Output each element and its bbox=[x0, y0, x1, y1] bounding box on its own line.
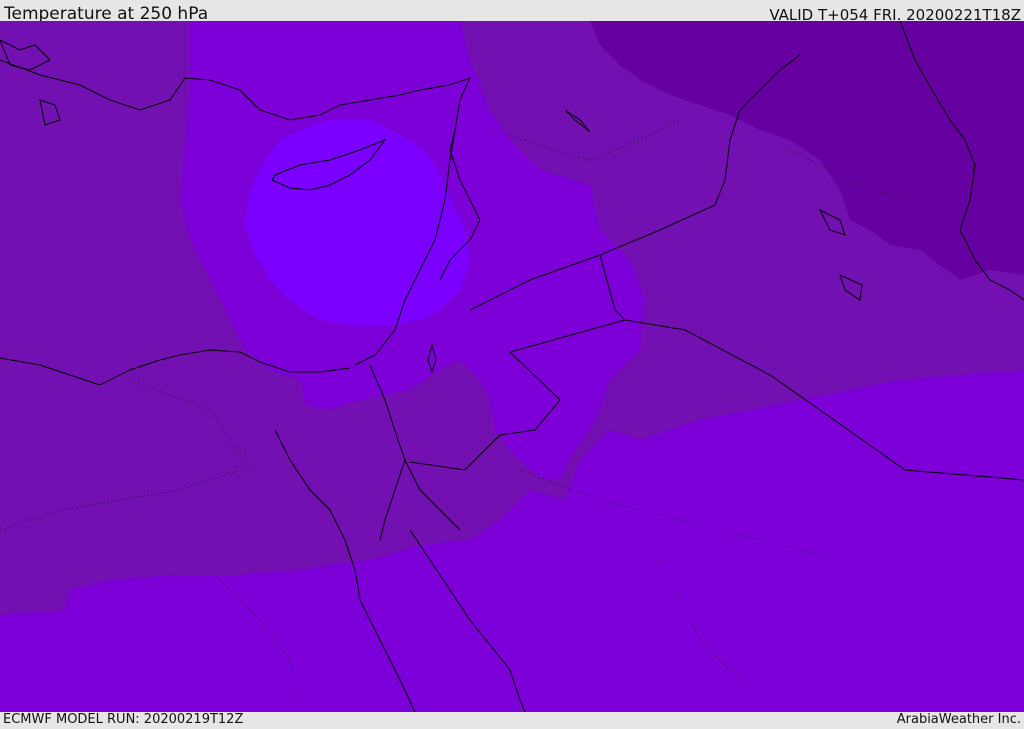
credit: ArabiaWeather Inc. bbox=[896, 712, 1021, 727]
footer-bar: ECMWF MODEL RUN: 20200219T12Z ArabiaWeat… bbox=[0, 712, 1024, 729]
header-bar: Temperature at 250 hPa VALID T+054 FRI. … bbox=[0, 0, 1024, 24]
temperature-map[interactable] bbox=[0, 21, 1024, 712]
model-run: ECMWF MODEL RUN: 20200219T12Z bbox=[3, 712, 244, 727]
